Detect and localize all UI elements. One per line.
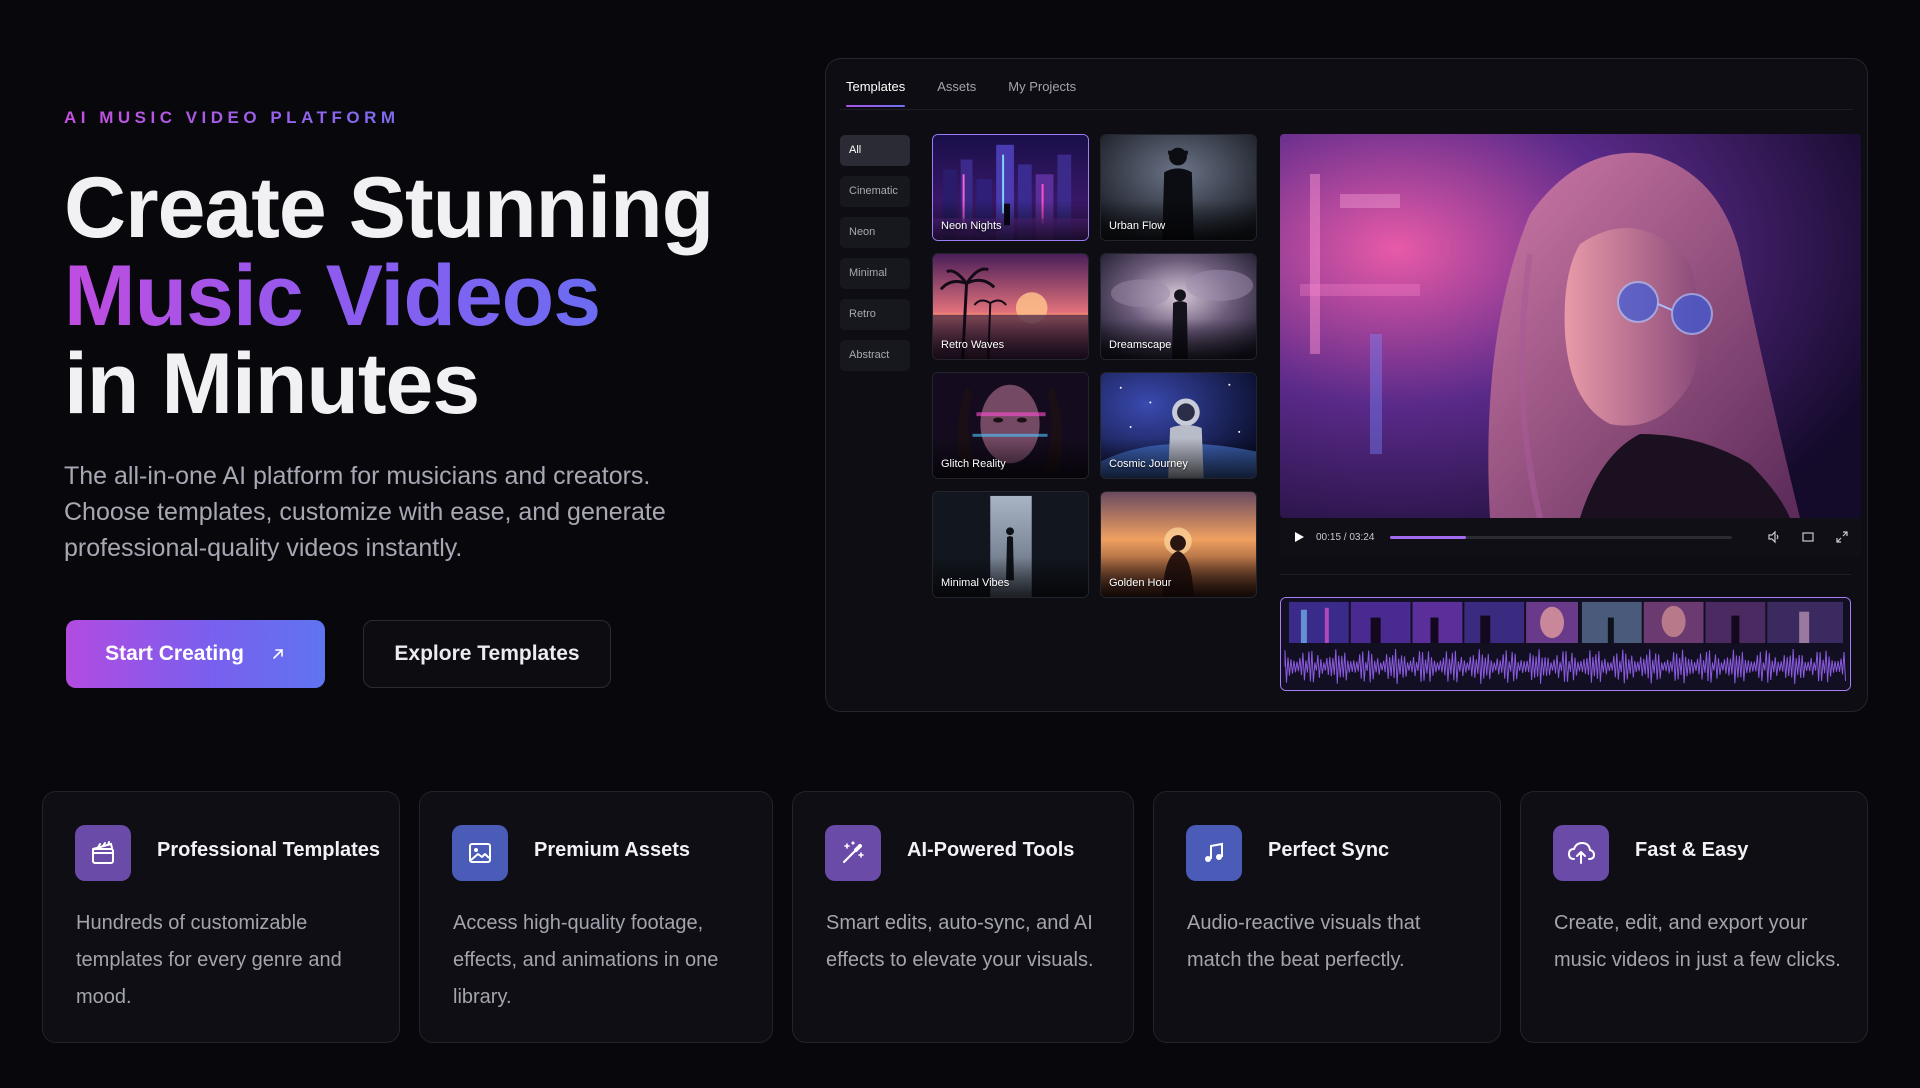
template-label: Urban Flow	[1109, 220, 1166, 232]
cloud-upload-icon	[1567, 841, 1596, 864]
timeline-waveform	[1281, 598, 1850, 690]
headline-line-3: in Minutes	[64, 336, 480, 432]
template-tile-dreamscape[interactable]: Dreamscape	[1100, 253, 1257, 360]
template-label: Retro Waves	[941, 339, 1005, 351]
category-list: All Cinematic Neon Minimal Retro Abstrac…	[840, 135, 910, 371]
clapperboard-icon	[92, 841, 114, 864]
feature-desc: Smart edits, auto-sync, and AI effects t…	[826, 912, 1094, 971]
category-retro[interactable]: Retro	[840, 299, 910, 330]
template-tile-urban-flow[interactable]: Urban Flow	[1100, 134, 1257, 241]
play-icon[interactable]	[1292, 530, 1306, 544]
feature-title: Premium Assets	[534, 839, 690, 861]
tab-assets[interactable]: Assets	[937, 59, 976, 107]
start-creating-button[interactable]: Start Creating	[66, 620, 325, 688]
feature-icon-box	[1553, 825, 1609, 881]
feature-card-professional-templates: Professional Templates Hundreds of custo…	[42, 791, 400, 1043]
feature-title: Professional Templates	[157, 839, 381, 861]
start-creating-label: Start Creating	[105, 642, 244, 665]
screen-icon[interactable]	[1801, 530, 1815, 544]
feature-title: Perfect Sync	[1268, 839, 1390, 861]
template-tile-neon-nights[interactable]: Neon Nights	[932, 134, 1089, 241]
app-tabs: Templates Assets My Projects	[846, 59, 1076, 109]
category-neon[interactable]: Neon	[840, 217, 910, 248]
template-tile-retro-waves[interactable]: Retro Waves	[932, 253, 1089, 360]
feature-icon-box	[452, 825, 508, 881]
feature-card-premium-assets: Premium Assets Access high-quality foota…	[419, 791, 773, 1043]
category-minimal[interactable]: Minimal	[840, 258, 910, 289]
timeline-thumbnails	[1288, 601, 1844, 644]
template-label: Golden Hour	[1109, 577, 1172, 589]
magic-wand-icon	[842, 841, 864, 864]
feature-desc: Create, edit, and export your music vide…	[1554, 912, 1841, 971]
cta-row: Start Creating Explore Templates	[66, 620, 611, 688]
hero-subtext: The all-in-one AI platform for musicians…	[64, 462, 666, 562]
arrow-up-right-icon	[273, 649, 283, 659]
hero-headline: Create Stunning Music Videos in Minutes	[64, 164, 764, 428]
progress-fill	[1390, 535, 1466, 539]
progress-bar[interactable]	[1390, 535, 1733, 539]
app-window: Templates Assets My Projects All Cinemat…	[825, 58, 1868, 712]
headline-line-2: Music Videos	[64, 248, 601, 344]
feature-desc: Access high-quality footage, effects, an…	[453, 912, 719, 1008]
template-tile-golden-hour[interactable]: Golden Hour	[1100, 491, 1257, 598]
preview-frame-image	[1280, 134, 1861, 518]
hero-section: AI MUSIC VIDEO PLATFORM Create Stunning …	[64, 108, 764, 566]
tab-divider	[840, 109, 1853, 110]
timeline-track[interactable]	[1280, 597, 1851, 691]
feature-card-perfect-sync: Perfect Sync Audio-reactive visuals that…	[1153, 791, 1501, 1043]
player-right-controls	[1767, 530, 1849, 544]
feature-cards: Professional Templates Hundreds of custo…	[42, 791, 1868, 1043]
eyebrow-label: AI MUSIC VIDEO PLATFORM	[64, 108, 400, 127]
template-label: Cosmic Journey	[1109, 458, 1188, 470]
player-controls: 00:15 / 03:24	[1280, 518, 1861, 556]
feature-card-fast-easy: Fast & Easy Create, edit, and export you…	[1520, 791, 1868, 1043]
feature-desc: Audio-reactive visuals that match the be…	[1187, 912, 1421, 971]
tab-my-projects[interactable]: My Projects	[1008, 59, 1076, 107]
category-cinematic[interactable]: Cinematic	[840, 176, 910, 207]
template-label: Dreamscape	[1109, 339, 1172, 351]
category-all[interactable]: All	[840, 135, 910, 166]
feature-icon-box	[75, 825, 131, 881]
tab-templates[interactable]: Templates	[846, 59, 906, 107]
timeline-divider	[1280, 574, 1851, 575]
feature-title: Fast & Easy	[1635, 839, 1749, 861]
template-label: Glitch Reality	[941, 458, 1006, 470]
template-tile-minimal-vibes[interactable]: Minimal Vibes	[932, 491, 1089, 598]
image-icon	[469, 843, 491, 863]
explore-templates-button[interactable]: Explore Templates	[363, 620, 611, 688]
feature-title: AI-Powered Tools	[907, 839, 1075, 861]
music-note-icon	[1205, 842, 1223, 862]
category-abstract[interactable]: Abstract	[840, 340, 910, 371]
video-preview[interactable]	[1280, 134, 1861, 518]
template-tile-glitch-reality[interactable]: Glitch Reality	[932, 372, 1089, 479]
playback-time: 00:15 / 03:24	[1316, 531, 1375, 543]
feature-card-ai-powered-tools: AI-Powered Tools Smart edits, auto-sync,…	[792, 791, 1134, 1043]
headline-line-1: Create Stunning	[64, 160, 714, 256]
feature-desc: Hundreds of customizable templates for e…	[76, 912, 342, 1008]
fullscreen-icon[interactable]	[1835, 530, 1849, 544]
feature-icon-box	[825, 825, 881, 881]
template-label: Neon Nights	[941, 220, 1002, 232]
template-label: Minimal Vibes	[941, 577, 1010, 589]
template-grid: Neon Nights Urban Flow Retro Waves Dream…	[932, 134, 1257, 598]
feature-icon-box	[1186, 825, 1242, 881]
template-tile-cosmic-journey[interactable]: Cosmic Journey	[1100, 372, 1257, 479]
volume-icon[interactable]	[1767, 530, 1781, 544]
